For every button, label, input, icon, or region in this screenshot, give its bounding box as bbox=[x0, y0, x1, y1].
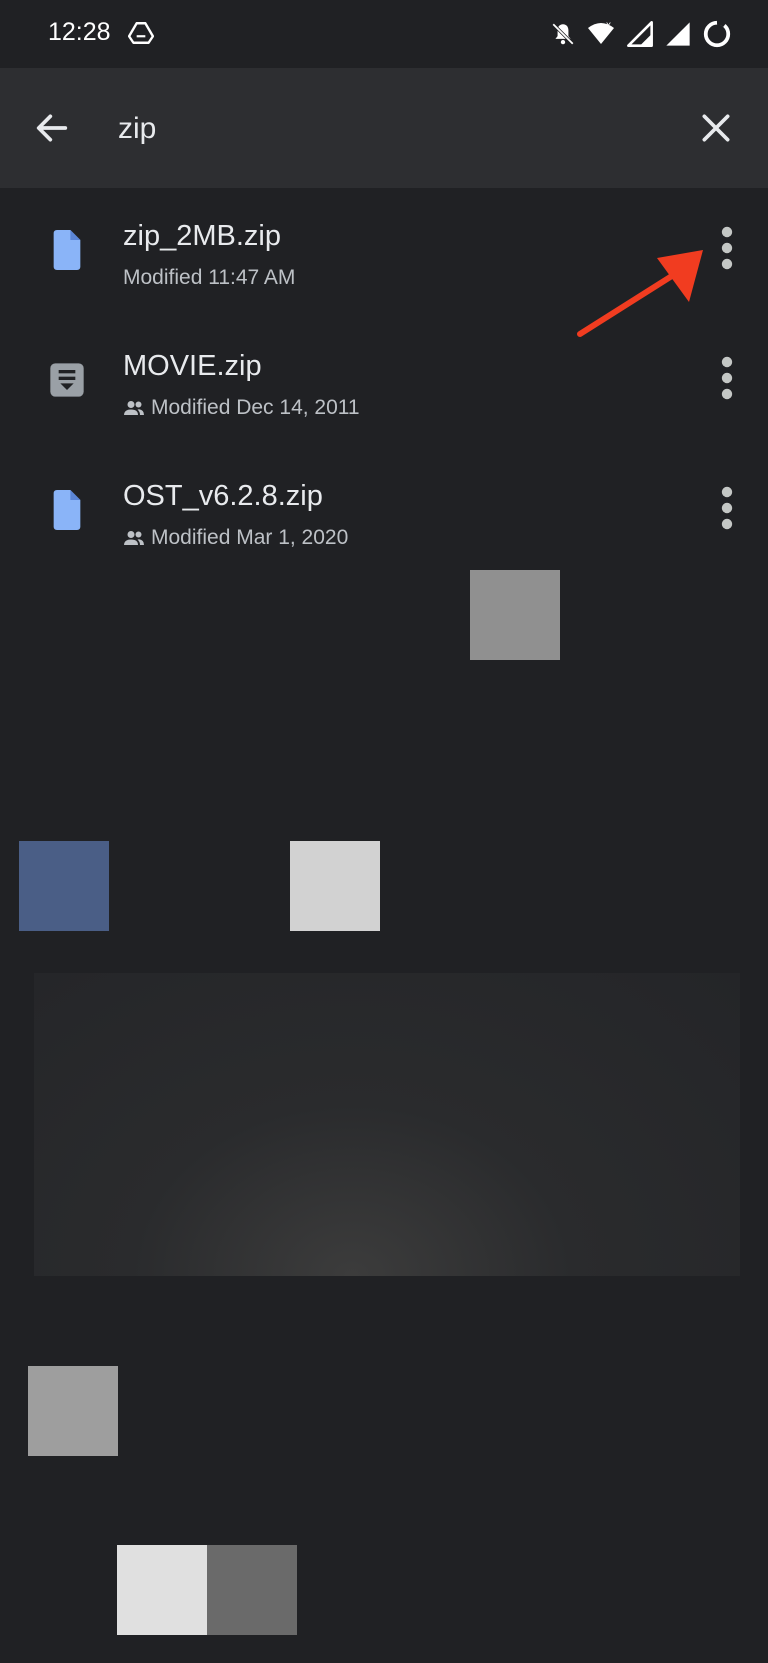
status-bar: 12:28 x bbox=[0, 0, 768, 68]
file-name: zip_2MB.zip bbox=[123, 220, 281, 252]
back-arrow-icon[interactable] bbox=[32, 108, 72, 148]
annotation-arrow-icon bbox=[577, 250, 703, 337]
file-row[interactable]: MOVIE.zip Modified Dec 14, 2011 bbox=[0, 320, 768, 440]
file-meta: Modified 11:47 AM bbox=[123, 266, 295, 290]
wifi-icon: x bbox=[588, 20, 614, 44]
shared-people-icon bbox=[124, 401, 144, 415]
file-meta: Modified Mar 1, 2020 bbox=[123, 526, 348, 550]
shared-people-icon bbox=[124, 531, 144, 545]
bell-off-icon bbox=[552, 23, 574, 45]
status-icons: x bbox=[550, 18, 732, 50]
search-input[interactable]: zip bbox=[118, 112, 156, 146]
search-bar: zip bbox=[0, 68, 768, 188]
status-time: 12:28 bbox=[48, 18, 111, 46]
drive-icon bbox=[128, 22, 154, 44]
file-row[interactable]: OST_v6.2.8.zip Modified Mar 1, 2020 bbox=[0, 450, 768, 570]
signal-icon bbox=[627, 21, 653, 47]
signal-icon bbox=[666, 22, 690, 46]
file-meta: Modified Dec 14, 2011 bbox=[123, 396, 360, 420]
more-options-icon[interactable] bbox=[712, 484, 742, 532]
close-icon[interactable] bbox=[696, 108, 736, 148]
modified-date: Modified 11:47 AM bbox=[123, 266, 296, 289]
redacted-block bbox=[28, 1366, 118, 1456]
more-options-icon[interactable] bbox=[712, 224, 742, 272]
blurred-area bbox=[34, 973, 740, 1276]
modified-date: Modified Mar 1, 2020 bbox=[151, 526, 349, 549]
file-name: OST_v6.2.8.zip bbox=[123, 480, 323, 512]
file-icon bbox=[53, 490, 81, 530]
file-name: MOVIE.zip bbox=[123, 350, 262, 382]
redacted-block bbox=[19, 841, 109, 931]
redacted-block bbox=[470, 570, 560, 660]
svg-text:x: x bbox=[606, 20, 611, 31]
redacted-block bbox=[117, 1545, 207, 1635]
file-icon bbox=[53, 230, 81, 270]
modified-date: Modified Dec 14, 2011 bbox=[151, 396, 360, 419]
redacted-block bbox=[207, 1545, 297, 1635]
archive-icon bbox=[50, 363, 84, 397]
more-options-icon[interactable] bbox=[712, 354, 742, 402]
redacted-block bbox=[290, 841, 380, 931]
battery-circle-icon bbox=[703, 20, 731, 48]
